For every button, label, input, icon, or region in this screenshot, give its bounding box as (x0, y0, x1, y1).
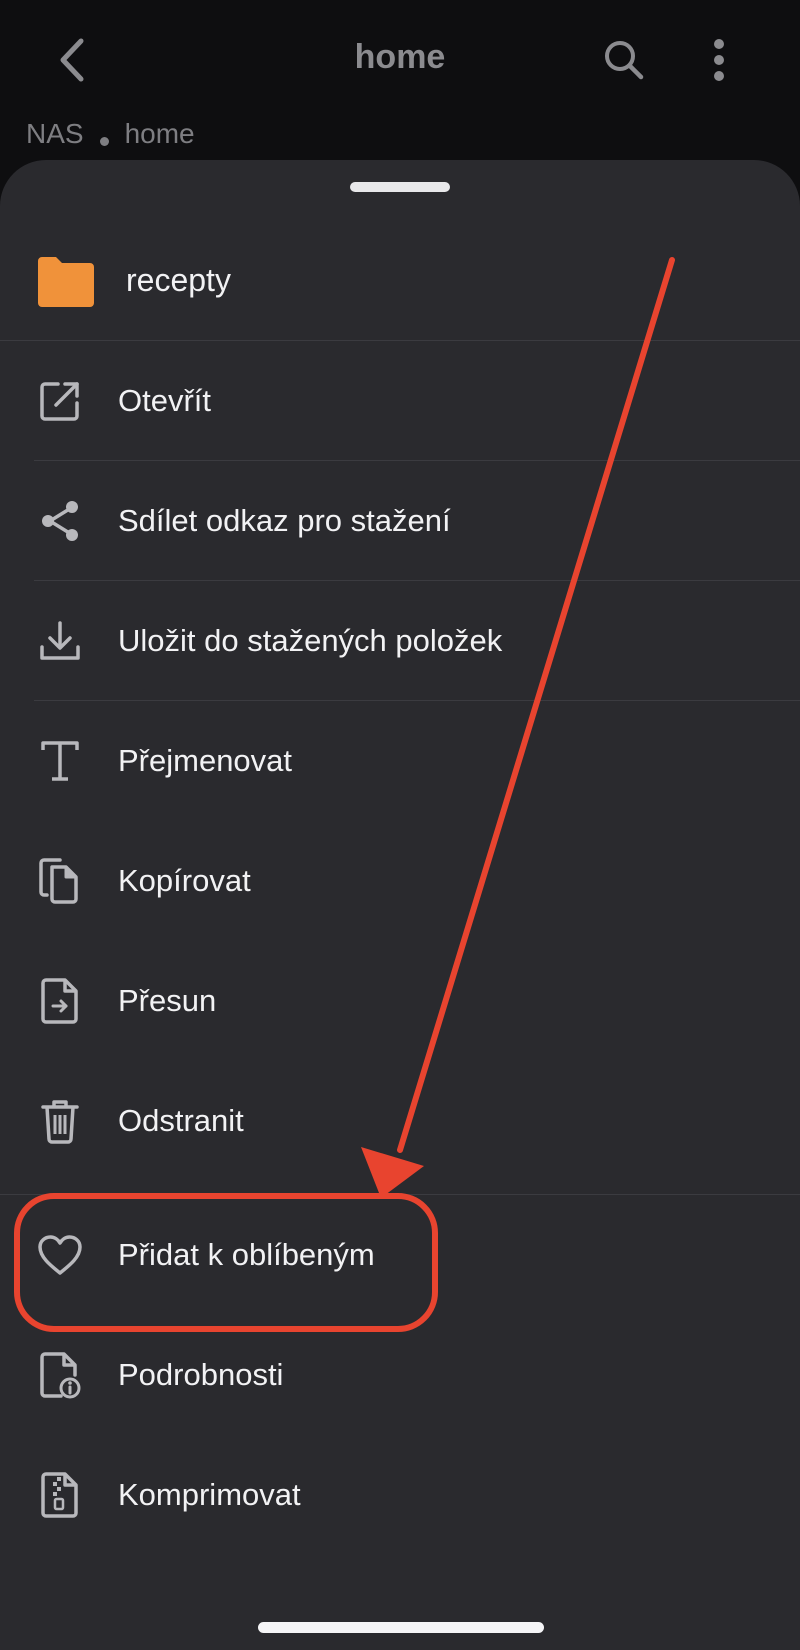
screen: home NAS home recepty Otevřít Sdílet odk… (0, 0, 800, 1650)
sheet-grabber[interactable] (350, 182, 450, 192)
breadcrumb-nas[interactable]: NAS (26, 118, 84, 150)
search-button[interactable] (598, 32, 650, 88)
menu-item-label: Podrobnosti (118, 1357, 284, 1392)
menu-item-label: Odstranit (118, 1103, 244, 1138)
folder-icon (38, 257, 94, 307)
menu-item-label: Přesun (118, 983, 217, 1018)
menu-item-open[interactable]: Otevřít (0, 341, 800, 460)
menu-item-rename[interactable]: Přejmenovat (0, 701, 800, 820)
menu-item-compress[interactable]: Komprimovat (0, 1435, 800, 1554)
menu-item-share[interactable]: Sdílet odkaz pro stažení (0, 461, 800, 580)
file-info-icon (34, 1349, 86, 1401)
menu-item-label: Kopírovat (118, 863, 251, 898)
menu-item-label: Sdílet odkaz pro stažení (118, 503, 451, 538)
zip-file-icon (34, 1469, 86, 1521)
open-external-icon (34, 375, 86, 427)
top-bar: home (0, 0, 800, 120)
move-file-icon (34, 975, 86, 1027)
action-sheet: recepty Otevřít Sdílet odkaz pro stažení… (0, 160, 800, 1650)
heart-icon (34, 1229, 86, 1281)
download-icon (34, 615, 86, 667)
breadcrumb-home[interactable]: home (125, 118, 195, 150)
menu-item-save-downloads[interactable]: Uložit do stažených položek (0, 581, 800, 700)
menu-item-details[interactable]: Podrobnosti (0, 1315, 800, 1434)
search-icon (605, 41, 644, 80)
text-rename-icon (34, 735, 86, 787)
menu-item-label: Uložit do stažených položek (118, 623, 503, 658)
trash-icon (34, 1095, 86, 1147)
home-indicator (258, 1622, 544, 1633)
menu-item-label: Přidat k oblíbeným (118, 1237, 375, 1272)
menu-item-copy[interactable]: Kopírovat (0, 821, 800, 940)
menu-item-add-favorite[interactable]: Přidat k oblíbeným (0, 1195, 800, 1314)
copy-icon (34, 855, 86, 907)
sheet-header: recepty (0, 220, 800, 340)
breadcrumb: NAS home (26, 118, 195, 150)
folder-name: recepty (126, 262, 231, 298)
page-title: home (354, 38, 446, 76)
menu-item-label: Přejmenovat (118, 743, 293, 778)
more-vertical-icon (714, 39, 724, 81)
menu-item-label: Otevřít (118, 383, 212, 418)
menu-item-label: Komprimovat (118, 1477, 301, 1512)
menu-item-delete[interactable]: Odstranit (0, 1061, 800, 1180)
share-icon (34, 495, 86, 547)
menu-item-move[interactable]: Přesun (0, 941, 800, 1060)
more-options-button[interactable] (694, 32, 744, 88)
breadcrumb-separator (99, 136, 109, 146)
